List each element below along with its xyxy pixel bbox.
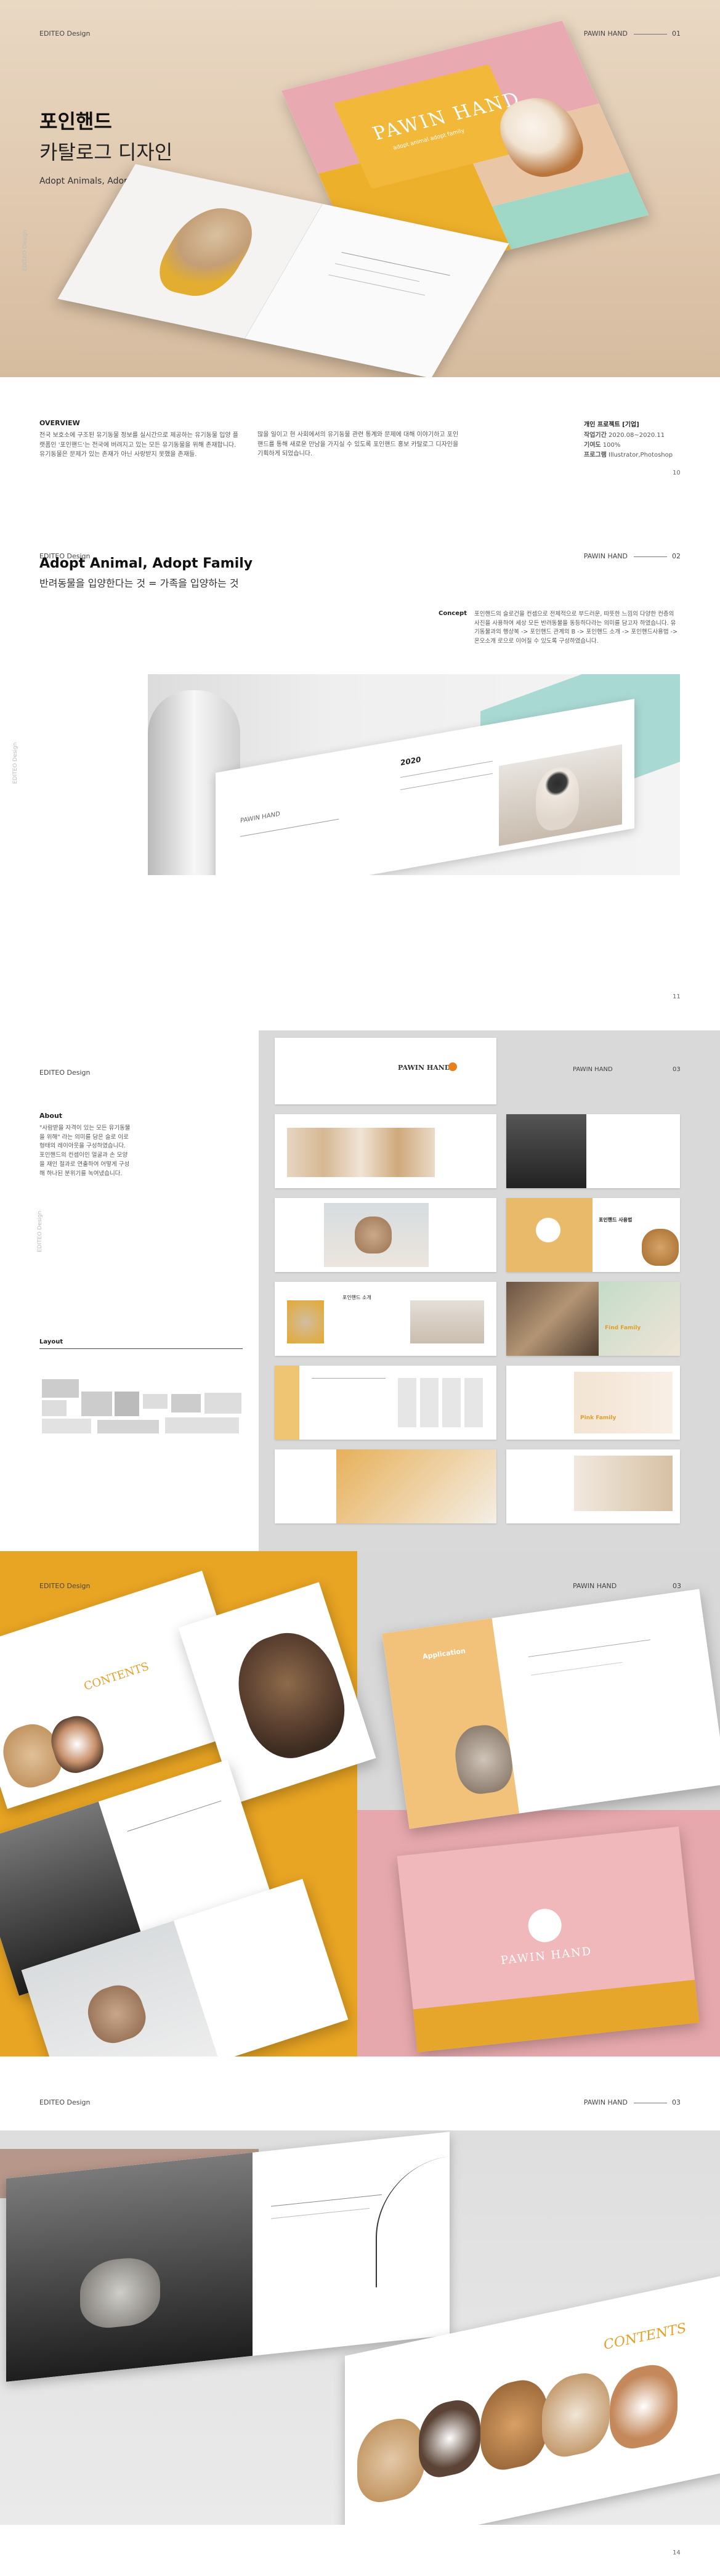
spread-heading: 2020 [400, 755, 421, 768]
header-left: EDITEO Design [39, 2098, 91, 2106]
concept-mockup-photo: 2020 PAWIN HAND [148, 674, 680, 875]
header-divider [634, 556, 667, 557]
meta-row: 프로그램 Illustrator,Photoshop [584, 452, 673, 459]
hero-subtitle: 카탈로그 디자인 [39, 141, 173, 164]
about-text: "사람받을 자격이 있는 모든 유기동물을 위해" 라는 의미를 담은 슬로 이… [39, 1125, 131, 1177]
thumb-cover-page: PAWIN HAND [275, 1038, 496, 1104]
pink-cover-brand: PAWIN HAND [500, 1944, 593, 1968]
mockup-header-brand: PAWIN HAND [573, 1582, 617, 1590]
concept-text: 포인핸드의 슬로건을 컨셉으로 전체적으로 부드러운, 따뜻한 느낌의 다양한 … [474, 611, 678, 645]
hero-side-text: EDITEO Design [22, 229, 28, 271]
overview-heading: OVERVIEW [39, 419, 80, 427]
page-number: 14 [673, 2550, 681, 2556]
about-label: About [39, 1112, 63, 1120]
thumb-last-page [506, 1449, 680, 1523]
layout-header-left: EDITEO Design [39, 1069, 91, 1077]
spread-label: PAWIN HAND [240, 810, 280, 825]
contents-label: CONTENTS [82, 1660, 151, 1694]
page-number: 10 [673, 470, 681, 476]
meta-title: 개인 프로젝트 [기업] [584, 422, 639, 428]
meta-row: 작업기간 2020.08~2020.11 [584, 432, 665, 439]
layout-side-text: EDITEO Design [37, 1210, 43, 1252]
thumb-closing-pages [275, 1449, 496, 1523]
mockup-header-left: EDITEO Design [39, 1582, 91, 1590]
header-divider [634, 34, 667, 35]
final-mockup-photo: CONTENTS [0, 2130, 720, 2525]
header-left: EDITEO Design [39, 30, 91, 38]
layout-label: Layout [39, 1339, 63, 1345]
block-text: Pink Family [580, 1415, 617, 1421]
thumb-application: 포인핸드 사용법 [506, 1198, 680, 1272]
hero-section: EDITEO Design PAWIN HAND 01 포인핸드 카탈로그 디자… [0, 0, 720, 377]
thumb-brand-logo: PAWIN HAND [398, 1064, 451, 1072]
thumb-dogs-row [275, 1114, 496, 1188]
concept-section: EDITEO Design PAWIN HAND 02 Adopt Animal… [0, 500, 720, 1030]
header-brand: PAWIN HAND [583, 30, 628, 38]
overview-section: OVERVIEW 전국 보호소에 구조된 유기동물 정보를 실시간으로 제공하는… [0, 377, 720, 500]
thumb-list-pages [275, 1366, 496, 1440]
mockup-pink-cover: PAWIN HAND [397, 1826, 700, 2053]
layout-section: EDITEO Design About "사람받을 자격이 있는 모든 유기동물… [0, 1030, 720, 1551]
thumb-forest-dark [506, 1114, 680, 1188]
meta-row: 기여도 100% [584, 442, 621, 449]
final-section: EDITEO Design PAWIN HAND 03 CONTENTS 14 [0, 2056, 720, 2576]
overview-col2: 많을 일이고 현 사회에서의 유기동물 관련 통계와 문제에 대해 이야기하고 … [257, 431, 459, 457]
hero-title: 포인핸드 [39, 110, 112, 133]
thumb-header-num: 03 [673, 1066, 681, 1073]
page-number: 11 [673, 993, 681, 1000]
thumb-find-family: Find Family [506, 1282, 680, 1356]
header-brand: PAWIN HAND [583, 552, 628, 560]
concept-label: Concept [439, 610, 467, 617]
mockups-section: EDITEO Design PAWIN HAND 03 CONTENTS App… [0, 1551, 720, 2056]
mockup-header-num: 03 [673, 1582, 681, 1590]
header-page-num: 02 [672, 552, 681, 560]
header-page-num: 03 [672, 2098, 681, 2106]
block-text: 포인핸드 소개 [342, 1295, 371, 1300]
concept-title: Adopt Animal, Adopt Family [39, 556, 253, 571]
layout-grid-diagram [42, 1379, 245, 1435]
overview-col1: 전국 보호소에 구조된 유기동물 정보를 실시간으로 제공하는 유기동물 입양 … [39, 432, 239, 458]
concept-side-text: EDITEO Design [12, 742, 18, 784]
final-contents-label: CONTENTS [604, 2320, 686, 2354]
thumb-pink-family: Pink Family [506, 1366, 680, 1440]
block-title: 포인핸드 사용법 [599, 1217, 633, 1223]
block-title: Find Family [605, 1325, 641, 1331]
thumb-puppy [275, 1198, 496, 1272]
thumb-header-brand: PAWIN HAND [573, 1066, 613, 1073]
header-page-num: 01 [672, 30, 681, 38]
concept-subtitle: 반려동물을 입양한다는 것 = 가족을 입양하는 것 [39, 577, 239, 589]
thumb-intro-page: 포인핸드 소개 [275, 1282, 496, 1356]
header-brand: PAWIN HAND [583, 2098, 628, 2106]
